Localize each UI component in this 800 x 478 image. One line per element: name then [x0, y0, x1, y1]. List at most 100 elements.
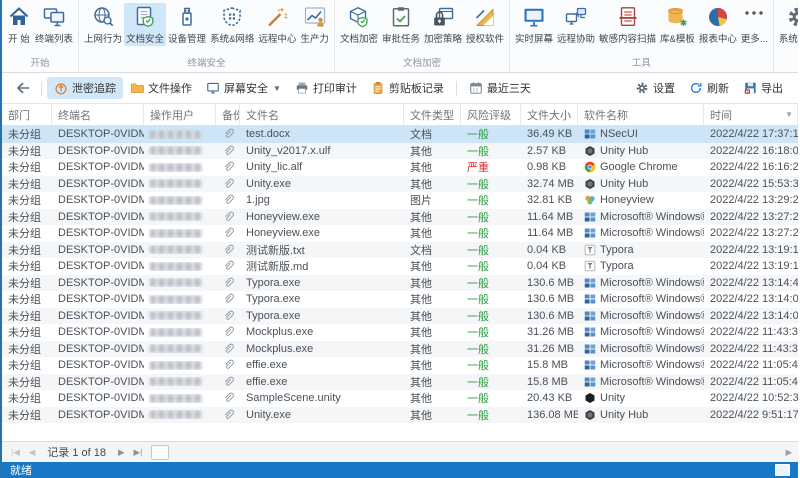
- table-row[interactable]: 未分组 DESKTOP-0VIDMDJ Unity_lic.alf 其他 严重 0.98 …: [2, 159, 798, 176]
- table-row[interactable]: 未分组 DESKTOP-0VIDMDJ Typora.exe 其他 一般 130.6 MB…: [2, 274, 798, 291]
- pager-first-button[interactable]: |◀: [8, 447, 23, 458]
- table-row[interactable]: 未分组 DESKTOP-0VIDMDJ effie.exe 其他 一般 15.8 MB Mi…: [2, 357, 798, 374]
- paperclip-icon[interactable]: [222, 277, 234, 289]
- time-label: 2022/4/22 9:51:17: [710, 408, 798, 421]
- cell-terminal: DESKTOP-0VIDMDJ: [58, 293, 144, 306]
- ribbon-item-realtime-screen[interactable]: 实时屏幕: [513, 3, 555, 46]
- paperclip-icon[interactable]: [222, 244, 234, 256]
- scroll-right-icon[interactable]: ▶: [785, 447, 792, 458]
- ribbon-item-licensed-software[interactable]: 授权软件: [464, 3, 506, 46]
- column-header-6[interactable]: 风险评级: [461, 104, 521, 125]
- paperclip-icon[interactable]: [222, 145, 234, 157]
- cell-risk: 一般: [461, 225, 521, 241]
- back-button[interactable]: [10, 79, 36, 97]
- column-header-5[interactable]: 文件类型: [404, 104, 461, 125]
- ribbon-item-terminal-list[interactable]: 终端列表: [33, 3, 75, 46]
- column-header-3[interactable]: 备份: [216, 104, 240, 125]
- paperclip-icon[interactable]: [222, 359, 234, 371]
- table-row[interactable]: 未分组 DESKTOP-0VIDMDJ effie.exe 其他 一般 15.8 MB Mi…: [2, 373, 798, 390]
- refresh-button[interactable]: 刷新: [682, 77, 736, 99]
- status-panel-icon[interactable]: [775, 464, 790, 476]
- column-header-9[interactable]: 时间 ▼: [704, 104, 798, 125]
- table-row[interactable]: 未分组 DESKTOP-0VIDMDJ SampleScene.unity 其他 一般 2…: [2, 390, 798, 407]
- cell-terminal: DESKTOP-0VIDMDJ: [58, 210, 144, 223]
- pager-bar: |◀ ◀ 记录 1 of 18 ▶ ▶| ▶: [2, 441, 798, 462]
- ribbon-item-start[interactable]: 开 始: [5, 3, 33, 46]
- table-row[interactable]: 未分组 DESKTOP-0VIDMDJ Mockplus.exe 其他 一般 31.26 …: [2, 324, 798, 341]
- paperclip-icon[interactable]: [222, 376, 234, 388]
- ribbon-item-approval-task[interactable]: 审批任务: [380, 3, 422, 46]
- cell-risk: 一般: [461, 341, 521, 357]
- pager-next-button[interactable]: ▶: [115, 447, 128, 458]
- print-audit-button[interactable]: 打印审计: [288, 77, 364, 99]
- column-header-2[interactable]: 操作用户: [144, 104, 216, 125]
- table-row[interactable]: 未分组 DESKTOP-0VIDMDJ Unity.exe 其他 一般 136.08 MB…: [2, 406, 798, 423]
- cell-time: 2022/4/22 13:29:20: [704, 194, 798, 206]
- date-range-button[interactable]: 最近三天: [462, 77, 538, 99]
- table-row[interactable]: 未分组 DESKTOP-0VIDMDJ 1.jpg 图片 一般 32.81 KB Honey…: [2, 192, 798, 209]
- ribbon-item-sensitive-scan[interactable]: 敏感内容扫描: [597, 3, 658, 46]
- pager-last-button[interactable]: ▶|: [131, 447, 146, 458]
- column-header-1[interactable]: 终端名: [52, 104, 144, 125]
- risk-badge: 一般: [467, 327, 489, 340]
- cell-filename: Mockplus.exe: [246, 342, 314, 355]
- paperclip-icon[interactable]: [222, 392, 234, 404]
- paperclip-icon[interactable]: [222, 178, 234, 190]
- paperclip-icon[interactable]: [222, 161, 234, 173]
- column-header-7[interactable]: 文件大小: [521, 104, 578, 125]
- paperclip-icon[interactable]: [222, 293, 234, 305]
- gear-icon: [786, 5, 798, 29]
- table-row[interactable]: 未分组 DESKTOP-0VIDMDJ Mockplus.exe 其他 一般 31.26 …: [2, 340, 798, 357]
- ribbon-item-productivity[interactable]: 生产力: [298, 3, 331, 46]
- paperclip-icon[interactable]: [222, 194, 234, 206]
- pager-extra-button[interactable]: [151, 444, 170, 460]
- paperclip-icon[interactable]: [222, 227, 234, 239]
- paperclip-icon[interactable]: [222, 260, 234, 272]
- table-header: 部门 终端名 操作用户 备份文件名 文件类型风险评级 文件大小软件名称 时间 ▼: [2, 104, 798, 126]
- cell-operator-user: [144, 245, 216, 255]
- ribbon-item-system-network[interactable]: 系统&网络: [208, 3, 256, 46]
- ribbon-item-doc-security[interactable]: 文档安全: [124, 3, 167, 46]
- table-row[interactable]: 未分组 DESKTOP-0VIDMDJ 测试新版.txt 文档 一般 0.04 KB Typ…: [2, 241, 798, 258]
- paperclip-icon[interactable]: [222, 128, 234, 140]
- cell-terminal: DESKTOP-0VIDMDJ: [58, 392, 144, 405]
- paperclip-icon[interactable]: [222, 211, 234, 223]
- ribbon-item-report-center[interactable]: 报表中心: [697, 3, 739, 46]
- ribbon-item-more[interactable]: 更多...: [739, 3, 770, 46]
- ribbon-item-library-template[interactable]: 库&模板: [658, 3, 697, 46]
- column-header-0[interactable]: 部门: [2, 104, 52, 125]
- paperclip-icon[interactable]: [222, 409, 234, 421]
- clipboard-records-button[interactable]: 剪贴板记录: [364, 77, 451, 99]
- table-row[interactable]: 未分组 DESKTOP-0VIDMDJ test.docx 文档 一般 36.49 KB N…: [2, 126, 798, 143]
- settings-button[interactable]: 设置: [628, 77, 682, 99]
- cell-department: 未分组: [8, 211, 41, 224]
- filter-dropdown-icon[interactable]: ▼: [785, 110, 793, 119]
- ribbon-item-remote-center[interactable]: 远程中心: [256, 3, 298, 46]
- file-operations-button[interactable]: 文件操作: [123, 77, 199, 99]
- screen-security-button[interactable]: 屏幕安全 ▼: [199, 77, 288, 99]
- ribbon-item-encrypt-policy[interactable]: 加密策略: [422, 3, 464, 46]
- ribbon-item-device-mgmt[interactable]: 设备管理: [166, 3, 208, 46]
- column-header-8[interactable]: 软件名称: [578, 104, 704, 125]
- table-row[interactable]: 未分组 DESKTOP-0VIDMDJ Honeyview.exe 其他 一般 11.64…: [2, 208, 798, 225]
- table-row[interactable]: 未分组 DESKTOP-0VIDMDJ Honeyview.exe 其他 一般 11.64…: [2, 225, 798, 242]
- table-row[interactable]: 未分组 DESKTOP-0VIDMDJ Unity.exe 其他 一般 32.74 MB U…: [2, 175, 798, 192]
- risk-badge: 一般: [467, 343, 489, 356]
- paperclip-icon[interactable]: [222, 343, 234, 355]
- ribbon-item-system-settings[interactable]: 系统设置: [777, 3, 798, 46]
- pager-prev-button[interactable]: ◀: [26, 447, 39, 458]
- paperclip-icon[interactable]: [222, 310, 234, 322]
- table-row[interactable]: 未分组 DESKTOP-0VIDMDJ Unity_v2017.x.ulf 其他 一般 2…: [2, 142, 798, 159]
- table-row[interactable]: 未分组 DESKTOP-0VIDMDJ Typora.exe 其他 一般 130.6 MB…: [2, 307, 798, 324]
- export-button[interactable]: 导出: [736, 77, 790, 99]
- cell-operator-user: [144, 162, 216, 172]
- ribbon-item-web-behavior[interactable]: 上网行为: [82, 3, 124, 46]
- table-row[interactable]: 未分组 DESKTOP-0VIDMDJ Typora.exe 其他 一般 130.6 MB…: [2, 291, 798, 308]
- ribbon-item-remote-assist[interactable]: 远程协助: [555, 3, 597, 46]
- ribbon-item-doc-encrypt[interactable]: 文档加密: [338, 3, 380, 46]
- table-row[interactable]: 未分组 DESKTOP-0VIDMDJ 测试新版.md 其他 一般 0.04 KB Typo…: [2, 258, 798, 275]
- paperclip-icon[interactable]: [222, 326, 234, 338]
- column-header-4[interactable]: 文件名: [240, 104, 404, 125]
- cell-filesize: 0.04 KB: [527, 260, 567, 273]
- leak-trace-button[interactable]: 泄密追踪: [47, 77, 123, 99]
